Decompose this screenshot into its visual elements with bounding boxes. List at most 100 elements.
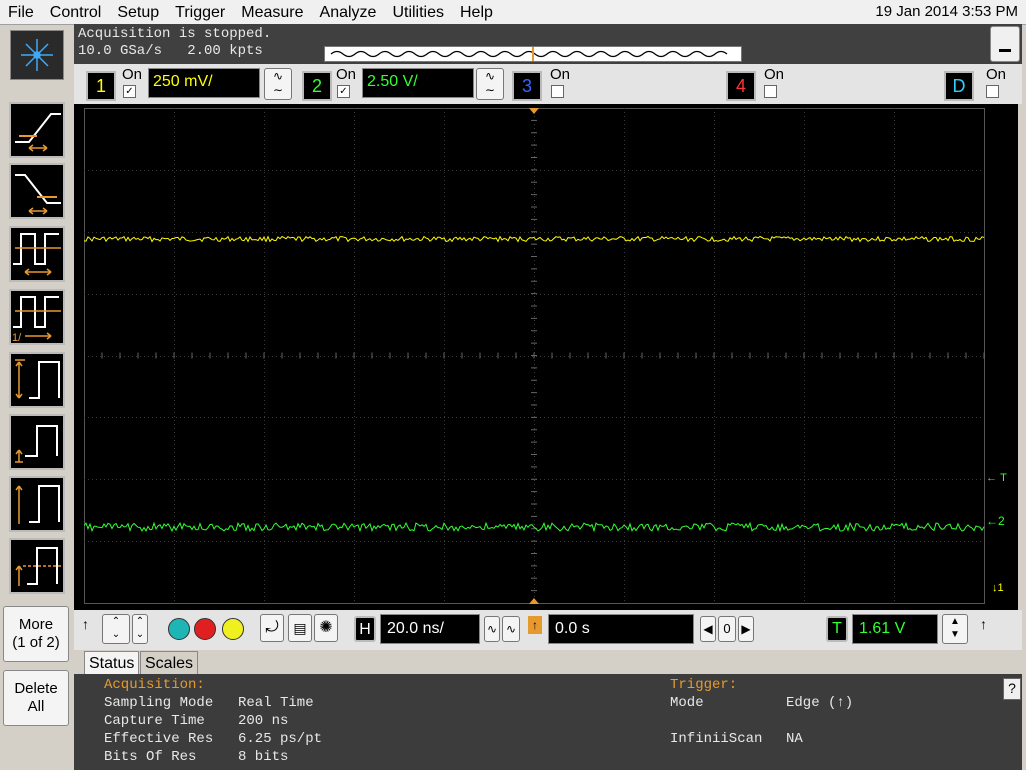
graticule	[84, 108, 985, 604]
menu-help[interactable]: Help	[452, 0, 501, 22]
horizontal-wave-button-2[interactable]: ∿	[502, 616, 520, 642]
channel-1-scale[interactable]: 250 mV/	[148, 68, 260, 98]
channel-3-checkbox[interactable]	[551, 85, 564, 98]
period-icon[interactable]	[9, 226, 65, 282]
memory-overview-bar[interactable]	[324, 46, 742, 62]
average-icon[interactable]	[9, 538, 65, 594]
channel-4-button[interactable]: 4	[726, 71, 756, 101]
digital-on-label: On	[986, 66, 1007, 83]
trigger-header: Trigger:	[670, 677, 738, 693]
channel-2-coupling-button[interactable]: ∿ ∼	[476, 68, 504, 100]
more-label: More	[18, 616, 54, 633]
horizontal-button[interactable]: H	[354, 616, 376, 642]
delete-all-label: All	[27, 698, 45, 715]
status-value: 200 ns	[238, 713, 289, 729]
more-button[interactable]: More (1 of 2)	[3, 606, 69, 662]
menu-setup[interactable]: Setup	[109, 0, 167, 22]
waveform-display[interactable]: ← T ←2 ↓1	[74, 104, 1018, 610]
horizontal-scale-field[interactable]: 20.0 ns/	[380, 614, 480, 644]
measurement-toolbar: 1/ More (1 of 2) Delete All	[0, 96, 72, 770]
date-time: 19 Jan 2014 3:53 PM	[875, 3, 1018, 20]
run-button[interactable]	[168, 618, 190, 640]
status-panel: Acquisition: Sampling Mode Real Time Cap…	[74, 674, 1022, 770]
baseline-icon[interactable]	[9, 414, 65, 470]
status-key: Effective Res	[104, 731, 214, 747]
menu-utilities[interactable]: Utilities	[384, 0, 452, 22]
channel-1-checkbox[interactable]: ✓	[123, 85, 136, 98]
position-left-button[interactable]: ◀	[700, 616, 716, 642]
svg-text:1/: 1/	[12, 332, 22, 343]
trigger-slope-icon[interactable]: ↑	[980, 616, 987, 632]
brightness-icon[interactable]: ✺	[314, 614, 338, 642]
zoom-up-down-button[interactable]: ⌃ ⌄	[102, 614, 130, 644]
trigger-value: Edge (↑)	[786, 695, 854, 711]
trigger-level-marker[interactable]: ← T	[986, 472, 1007, 484]
trigger-key: Mode	[670, 695, 704, 711]
status-value: Real Time	[238, 695, 314, 711]
tab-status[interactable]: Status	[84, 651, 140, 675]
menu-control[interactable]: Control	[42, 0, 110, 22]
trigger-position-marker-bottom	[529, 598, 539, 604]
sample-rate: 10.0 GSa/s 2.00 kpts	[78, 43, 263, 59]
trigger-button[interactable]: T	[826, 616, 848, 642]
single-button[interactable]	[222, 618, 244, 640]
channel-1-button[interactable]: 1	[86, 71, 116, 101]
channel-1-coupling-button[interactable]: ∿ ∼	[264, 68, 292, 100]
digital-channel-button[interactable]: D	[944, 71, 974, 101]
channel-2-checkbox[interactable]: ✓	[337, 85, 350, 98]
trigger-level-field[interactable]: 1.61 V	[852, 614, 938, 644]
menu-analyze[interactable]: Analyze	[312, 0, 385, 22]
menu-measure[interactable]: Measure	[233, 0, 311, 22]
control-bar: ↑ ⌃ ⌄ ⌃ ⌄ ⤾ ▤ ✺ H 20.0 ns/ ∿ ∿ ↑ 0.0 s ◀ 0…	[74, 610, 1022, 650]
trigger-reference-icon[interactable]: ↑	[528, 616, 542, 634]
cursor-arrow-icon[interactable]: ↑	[82, 616, 89, 632]
channel-3-on-label: On	[550, 66, 571, 83]
channel-bar: 1 On ✓ 250 mV/ ∿ ∼ 2 On ✓ 2.50 V/ ∿ ∼ 3 On…	[74, 64, 1022, 104]
agilent-logo-icon[interactable]	[10, 30, 64, 80]
trigger-level-stepper[interactable]: ▲ ▼	[942, 614, 968, 644]
print-icon[interactable]: ▤	[288, 614, 312, 642]
channel-4-checkbox[interactable]	[764, 85, 777, 98]
horizontal-position-field[interactable]: 0.0 s	[548, 614, 694, 644]
status-key: Sampling Mode	[104, 695, 214, 711]
stop-button[interactable]	[194, 618, 216, 640]
channel-1-on-label: On	[122, 66, 143, 83]
channel-3-button[interactable]: 3	[512, 71, 542, 101]
menu-bar: File Control Setup Trigger Measure Analyze Uti…	[0, 0, 1026, 25]
trigger-key: InfiniiScan	[670, 731, 763, 747]
channel-2-button[interactable]: 2	[302, 71, 332, 101]
menu-trigger[interactable]: Trigger	[167, 0, 233, 22]
status-value: 8 bits	[238, 749, 289, 765]
status-key: Bits Of Res	[104, 749, 197, 765]
horizontal-wave-button-1[interactable]: ∿	[484, 616, 500, 642]
scroll-button[interactable]: ⌃ ⌄	[132, 614, 148, 644]
delete-label: Delete	[14, 680, 58, 697]
rise-time-icon[interactable]	[9, 102, 65, 158]
status-value: 6.25 ps/pt	[238, 731, 323, 747]
acquisition-header: Acquisition:	[104, 677, 205, 693]
channel-2-ground-marker[interactable]: ←2	[986, 514, 1005, 528]
acquisition-status-bar: Acquisition is stopped. 10.0 GSa/s 2.00 …	[74, 24, 1022, 64]
delete-all-button[interactable]: Delete All	[3, 670, 69, 726]
more-page-label: (1 of 2)	[12, 634, 60, 651]
acquisition-state: Acquisition is stopped.	[78, 26, 272, 42]
autoscale-icon[interactable]: ⤾	[260, 614, 284, 642]
frequency-icon[interactable]: 1/	[9, 289, 65, 345]
position-right-button[interactable]: ▶	[738, 616, 754, 642]
channel-2-on-label: On	[336, 66, 357, 83]
trigger-position-marker-top	[529, 108, 539, 114]
minimize-button[interactable]	[990, 26, 1020, 62]
channel-1-ground-marker[interactable]: ↓1	[992, 582, 1004, 594]
channel-2-scale[interactable]: 2.50 V/	[362, 68, 474, 98]
peak-to-peak-icon[interactable]	[9, 476, 65, 532]
help-button[interactable]: ?	[1003, 678, 1021, 700]
status-key: Capture Time	[104, 713, 205, 729]
tab-scales[interactable]: Scales	[140, 651, 199, 675]
trigger-value: NA	[786, 731, 803, 747]
fall-time-icon[interactable]	[9, 163, 65, 219]
amplitude-icon[interactable]	[9, 352, 65, 408]
menu-file[interactable]: File	[0, 0, 42, 22]
position-reference-button[interactable]: 0	[718, 616, 736, 642]
channel-4-on-label: On	[764, 66, 785, 83]
digital-checkbox[interactable]	[986, 85, 999, 98]
